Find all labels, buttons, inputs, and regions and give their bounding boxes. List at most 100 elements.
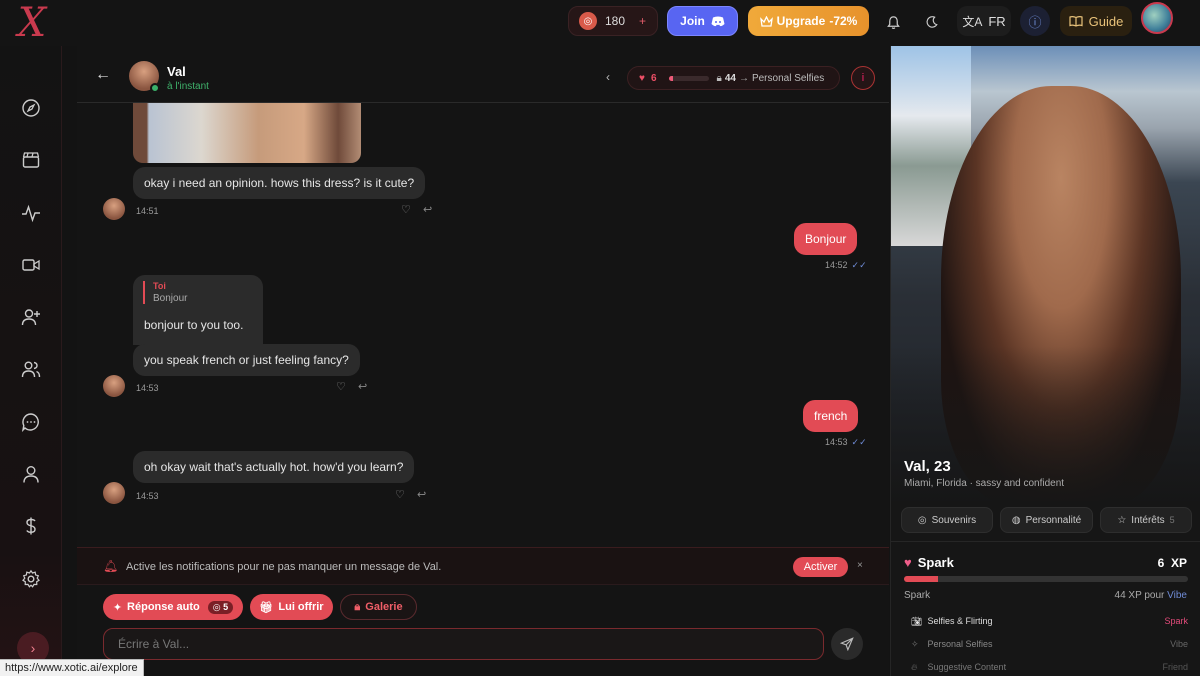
- language-code: FR: [988, 13, 1006, 29]
- sidebar-item-video[interactable]: [16, 250, 46, 280]
- app-root: X ◎ 180 + Join Upgrade -72% 文A FR ⓘ Guid…: [0, 0, 1200, 676]
- gallery-button[interactable]: 🔒︎ Galerie: [340, 594, 417, 620]
- unlock-item: ✧ Personal Selfies Vibe: [911, 639, 1188, 649]
- auto-reply-label: Réponse auto: [127, 601, 200, 613]
- sidebar-item-settings[interactable]: [16, 564, 46, 594]
- profile-tabs: ◎ Souvenirs ◍ Personnalité ☆ Intérêts 5: [891, 501, 1200, 541]
- level-count: 6: [650, 72, 657, 84]
- message-input[interactable]: [104, 629, 823, 659]
- language-selector[interactable]: 文A FR: [957, 6, 1011, 36]
- guide-button[interactable]: Guide: [1060, 6, 1132, 36]
- flame-icon: 🔥︎: [911, 662, 918, 672]
- chat-panel: ← Val à l'instant ‹ ♥ 6 🔒︎ 44 → Personal…: [77, 46, 889, 676]
- sidebar-item-community[interactable]: [16, 354, 46, 384]
- brand-logo[interactable]: X: [0, 0, 64, 46]
- tab-personnalite[interactable]: ◍ Personnalité: [1000, 507, 1093, 533]
- message-list: okay i need an opinion. hows this dress?…: [77, 103, 889, 547]
- gift-icon: 🎁︎: [259, 601, 274, 614]
- reply-icon[interactable]: ↩: [423, 203, 432, 216]
- double-check-icon: ✓✓: [851, 437, 867, 447]
- heart-icon[interactable]: ♡: [336, 380, 346, 393]
- upgrade-discount: -72%: [829, 14, 858, 28]
- sidebar: ›: [0, 46, 62, 676]
- compass-icon: [22, 99, 40, 117]
- message-with-quote: Toi Bonjour bonjour to you too.: [133, 275, 263, 345]
- reply-icon[interactable]: ↩: [417, 488, 426, 501]
- theme-toggle-button[interactable]: [918, 8, 946, 36]
- memory-icon: ◎: [917, 514, 927, 526]
- arrow-right-icon: →: [738, 72, 749, 84]
- enable-notifications-button[interactable]: Activer: [793, 557, 848, 577]
- message-incoming: you speak french or just feeling fancy?: [133, 344, 360, 376]
- chat-bubble-icon: [21, 413, 39, 432]
- info-icon: i: [861, 72, 865, 84]
- reply-icon[interactable]: ↩: [358, 380, 367, 393]
- tab-souvenirs[interactable]: ◎ Souvenirs: [901, 507, 993, 533]
- online-indicator: [150, 83, 160, 93]
- add-credits-button[interactable]: +: [639, 14, 646, 28]
- unlock-item: 🔥︎ Suggestive Content Friend: [911, 662, 1188, 672]
- translate-icon: 文A: [962, 14, 983, 29]
- dollar-icon: [26, 517, 36, 535]
- user-avatar[interactable]: [1141, 2, 1173, 34]
- sparkle-icon: ✧: [911, 639, 919, 649]
- sidebar-item-stories[interactable]: [16, 145, 46, 175]
- character-description: Miami, Florida · sassy and confident: [904, 478, 1065, 489]
- camera-icon: 📸︎: [911, 616, 923, 626]
- sidebar-item-explore[interactable]: [16, 93, 46, 123]
- join-discord-button[interactable]: Join: [667, 6, 738, 36]
- contact-info-button[interactable]: i: [851, 66, 875, 90]
- credits-pill[interactable]: ◎ 180 +: [568, 6, 658, 36]
- heart-icon[interactable]: ♡: [395, 488, 405, 501]
- bell-icon: [886, 15, 900, 29]
- notifications-button[interactable]: [879, 8, 907, 36]
- heart-icon[interactable]: ♡: [401, 203, 411, 216]
- sidebar-item-pricing[interactable]: [16, 511, 46, 541]
- gift-button[interactable]: 🎁︎ Lui offrir: [250, 594, 333, 620]
- logo-mark: X: [17, 0, 47, 46]
- discord-icon: [711, 16, 725, 26]
- character-portrait[interactable]: Val, 23 Miami, Florida · sassy and confi…: [891, 46, 1200, 501]
- quote-author: Toi: [153, 281, 166, 291]
- spark-title: ♥ Spark: [904, 555, 954, 570]
- shared-photo[interactable]: [133, 103, 361, 163]
- quoted-message[interactable]: Toi Bonjour: [143, 281, 253, 304]
- back-arrow-icon[interactable]: ←: [95, 66, 111, 84]
- users-icon: [21, 361, 41, 378]
- contact-name[interactable]: Val: [167, 64, 186, 79]
- character-name: Val, 23: [904, 458, 951, 475]
- chat-header: ← Val à l'instant ‹ ♥ 6 🔒︎ 44 → Personal…: [77, 46, 889, 103]
- gallery-label: Galerie: [365, 601, 403, 613]
- message-outgoing: french: [803, 400, 859, 432]
- sidebar-item-activity[interactable]: [16, 198, 46, 228]
- chevron-left-icon[interactable]: ‹: [606, 70, 610, 84]
- next-unlock: Personal Selfies: [751, 72, 825, 84]
- info-button[interactable]: ⓘ: [1020, 6, 1050, 36]
- upgrade-label: Upgrade: [776, 14, 826, 28]
- sidebar-item-chats[interactable]: [16, 407, 46, 437]
- bell-icon: 🔔︎: [103, 559, 119, 573]
- coin-icon: ◎: [579, 12, 597, 30]
- message-text: bonjour to you too.: [144, 318, 244, 332]
- auto-reply-button[interactable]: ✦ Réponse auto ◎ 5: [103, 594, 243, 620]
- user-icon: [23, 466, 39, 483]
- interests-count: 5: [1169, 515, 1175, 525]
- guide-label: Guide: [1088, 13, 1124, 29]
- unlock-item: 📸︎ Selfies & Flirting Spark: [911, 616, 1188, 626]
- profile-panel: Val, 23 Miami, Florida · sassy and confi…: [890, 46, 1200, 676]
- message-input-wrap: [103, 628, 824, 660]
- tab-interets[interactable]: ☆ Intérêts 5: [1100, 507, 1192, 533]
- info-icon: ⓘ: [1028, 14, 1042, 30]
- send-button[interactable]: [831, 628, 863, 660]
- sidebar-item-profile[interactable]: [16, 459, 46, 489]
- message-incoming: oh okay wait that's actually hot. how'd …: [133, 451, 415, 483]
- sidebar-item-create-character[interactable]: [16, 302, 46, 332]
- upgrade-button[interactable]: Upgrade -72%: [748, 6, 869, 36]
- message-time: 14:53 ✓✓: [825, 437, 867, 447]
- close-icon[interactable]: ×: [857, 560, 863, 571]
- spark-progress-bar: [904, 576, 1188, 582]
- gear-icon: [22, 569, 40, 588]
- chevron-right-icon: ›: [30, 640, 36, 656]
- relationship-progress[interactable]: ♥ 6 🔒︎ 44 → Personal Selfies: [627, 66, 840, 90]
- heart-icon: ♥: [639, 72, 645, 84]
